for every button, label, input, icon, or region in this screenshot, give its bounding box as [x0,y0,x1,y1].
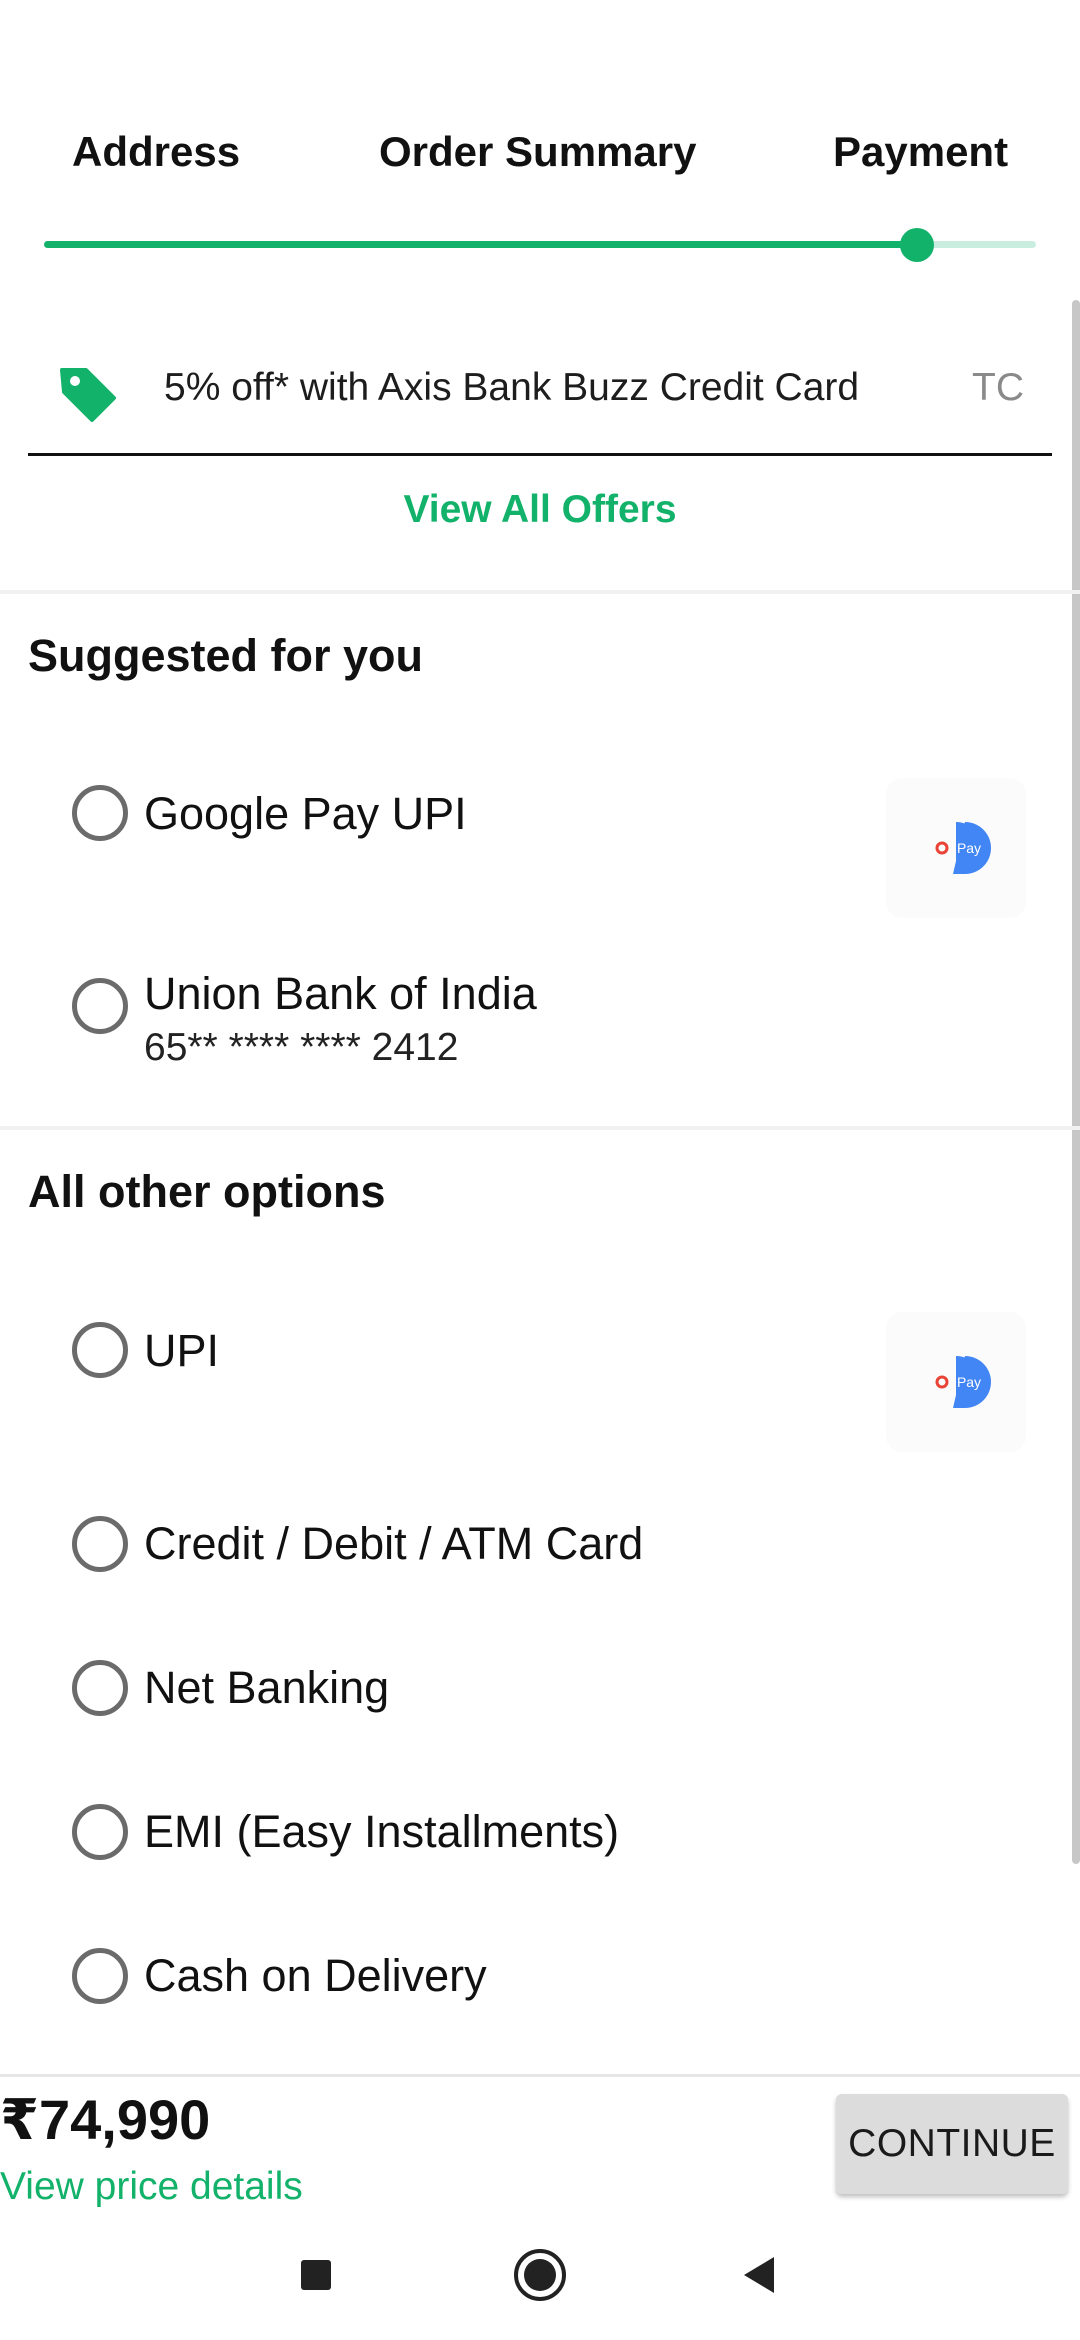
gpay-text: Pay [957,1374,981,1390]
masked-card-number: 65** **** **** 2412 [144,1026,459,1069]
payment-page: Address Order Summary Payment 5% off* wi… [0,0,1080,2340]
continue-button[interactable]: CONTINUE [836,2094,1068,2194]
offer-text: 5% off* with Axis Bank Buzz Credit Card [164,366,860,409]
option-label: Google Pay UPI [144,788,467,839]
system-navigation-bar [0,2210,1080,2340]
option-net-banking[interactable]: Net Banking [0,1624,1080,1744]
view-all-offers-link[interactable]: View All Offers [0,488,1080,532]
option-label: Net Banking [144,1662,390,1713]
progress-indicator [899,228,934,262]
option-cash-on-delivery[interactable]: Cash on Delivery [0,1912,1080,2032]
option-label: Credit / Debit / ATM Card [144,1518,644,1569]
radio-button[interactable] [72,785,128,841]
option-union-bank[interactable]: Union Bank of India 65** **** **** 2412 [0,940,1080,1100]
option-label: EMI (Easy Installments) [144,1806,620,1857]
google-pay-icon: Pay [886,778,1026,918]
recents-square-icon[interactable] [286,2245,346,2305]
option-google-pay-upi[interactable]: Google Pay UPI Pay [0,730,1080,918]
offer-tc-link[interactable]: TC [972,366,1024,410]
section-divider [0,590,1080,594]
price-tag-icon [60,368,116,422]
option-emi[interactable]: EMI (Easy Installments) [0,1768,1080,1888]
section-divider [0,1126,1080,1130]
other-options-section-title: All other options [28,1166,386,1217]
bank-offer-banner[interactable]: 5% off* with Axis Bank Buzz Credit Card … [28,330,1052,456]
radio-button[interactable] [72,1322,128,1378]
option-label: UPI [144,1325,220,1376]
option-card[interactable]: Credit / Debit / ATM Card [0,1480,1080,1600]
step-order-summary[interactable]: Order Summary [379,128,696,176]
radio-button[interactable] [72,1660,128,1716]
radio-button[interactable] [72,978,128,1034]
total-price: ₹74,990 [0,2088,211,2151]
home-circle-icon[interactable] [510,2245,570,2305]
view-price-details-link[interactable]: View price details [0,2165,303,2209]
step-address[interactable]: Address [72,128,240,176]
option-upi[interactable]: UPI Pay [0,1270,1080,1452]
step-payment: Payment [833,128,1009,175]
progress-fill [44,241,917,248]
option-label: Cash on Delivery [144,1950,487,2001]
option-label: Union Bank of India [144,968,537,1019]
checkout-stepper: Address Order Summary Payment [0,0,1080,300]
progress-track [44,228,1036,262]
radio-button[interactable] [72,1516,128,1572]
back-triangle-icon[interactable] [730,2245,790,2305]
gpay-text: Pay [957,840,981,856]
radio-button[interactable] [72,1804,128,1860]
google-pay-icon: Pay [886,1312,1026,1452]
radio-button[interactable] [72,1948,128,2004]
checkout-footer: ₹74,990 View price details CONTINUE [0,2074,1080,2210]
suggested-section-title: Suggested for you [28,630,424,681]
